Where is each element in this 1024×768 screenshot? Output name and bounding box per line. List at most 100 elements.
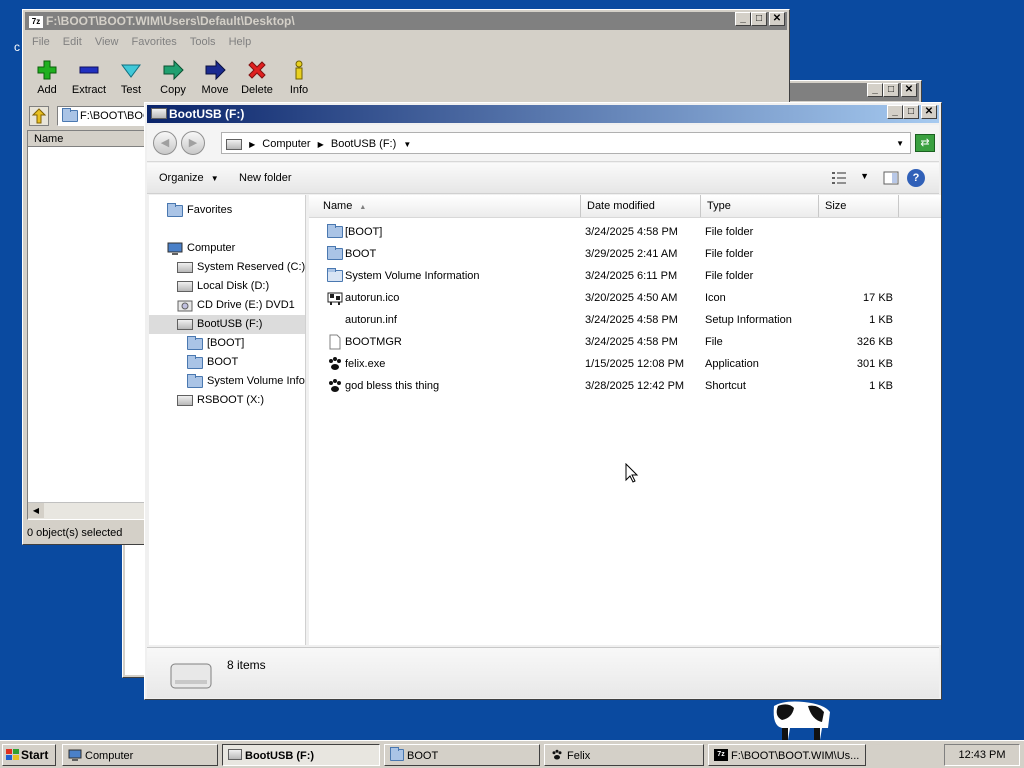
delete-button[interactable]: Delete [237, 56, 277, 96]
sevenzip-column-name[interactable]: Name [28, 131, 146, 147]
drive-title-icon [151, 108, 167, 119]
preview-pane-button[interactable] [883, 170, 899, 186]
explorer-titlebar[interactable]: BootUSB (F:) [147, 105, 939, 123]
file-row[interactable]: System Volume Information 3/24/2025 6:11… [309, 265, 941, 287]
extract-button[interactable]: Extract [69, 56, 109, 96]
copy-button[interactable]: Copy [153, 56, 193, 96]
menu-file[interactable]: File [27, 34, 55, 50]
close-button[interactable]: ✕ [921, 105, 937, 119]
minimize-button[interactable]: _ [735, 12, 751, 26]
nav-boot-bracket[interactable]: [BOOT] [187, 334, 244, 353]
computer-icon [68, 749, 82, 761]
file-row[interactable]: BOOT 3/29/2025 2:41 AM File folder [309, 243, 941, 265]
sevenzip-file-list[interactable]: Name ◀ [27, 130, 147, 520]
nav-label: RSBOOT (X:) [197, 394, 265, 406]
up-folder-button[interactable] [29, 106, 49, 126]
nav-system-reserved[interactable]: System Reserved (C:) [177, 258, 305, 277]
file-name: autorun.inf [345, 314, 397, 326]
refresh-button[interactable]: ⇄ [915, 134, 935, 152]
maximize-button[interactable]: □ [883, 83, 899, 97]
horizontal-scrollbar[interactable]: ◀ [28, 502, 146, 519]
file-row[interactable]: autorun.ico 3/20/2025 4:50 AM Icon 17 KB [309, 287, 941, 309]
menu-help[interactable]: Help [224, 34, 257, 50]
address-folder-icon [62, 108, 78, 122]
nav-computer[interactable]: Computer [167, 239, 235, 258]
clock[interactable]: 12:43 PM [944, 744, 1020, 766]
minimize-button[interactable]: _ [867, 83, 883, 97]
menu-view[interactable]: View [90, 34, 124, 50]
add-label: Add [37, 84, 57, 96]
menu-edit[interactable]: Edit [58, 34, 87, 50]
maximize-button[interactable]: □ [751, 12, 767, 26]
nav-label: [BOOT] [207, 337, 245, 349]
task-felix[interactable]: Felix [544, 744, 704, 766]
sevenzip-menubar: File Edit View Favorites Tools Help [27, 34, 256, 50]
forward-button[interactable]: ▶ [181, 131, 205, 155]
copy-icon [163, 59, 184, 81]
task-computer[interactable]: Computer [62, 744, 218, 766]
organize-button[interactable]: Organize ▼ [159, 170, 219, 186]
new-folder-button[interactable]: New folder [239, 170, 292, 186]
task-sevenzip[interactable]: 7z F:\BOOT\BOOT.WIM\Us... [708, 744, 866, 766]
file-row[interactable]: felix.exe 1/15/2025 12:08 PM Application… [309, 353, 941, 375]
column-header-type[interactable]: Type [701, 195, 819, 217]
close-button[interactable]: ✕ [901, 83, 917, 97]
explorer-window[interactable]: BootUSB (F:) _ □ ✕ ◀ ▶ ▶ Computer ▶ Boot… [144, 102, 942, 700]
file-name: [BOOT] [345, 226, 383, 238]
breadcrumb-computer[interactable]: Computer [262, 138, 310, 150]
task-boot[interactable]: BOOT [384, 744, 540, 766]
computer-icon [167, 242, 183, 255]
breadcrumb-dropdown-icon[interactable]: ▼ [403, 140, 411, 149]
breadcrumb-bootusb[interactable]: BootUSB (F:) [331, 138, 396, 150]
file-row[interactable]: god bless this thing 3/28/2025 12:42 PM … [309, 375, 941, 397]
column-header-size[interactable]: Size [819, 195, 899, 217]
navigation-pane[interactable]: Favorites Computer System Reserved (C:) … [149, 195, 306, 645]
breadcrumb[interactable]: ▶ Computer ▶ BootUSB (F:) ▼ ▼ [221, 132, 911, 154]
sevenzip-titlebar[interactable]: 7z F:\BOOT\BOOT.WIM\Users\Default\Desktop… [25, 12, 787, 30]
view-list-icon [832, 172, 846, 184]
sevenzip-address-text: F:\BOOT\BOO [80, 110, 152, 122]
nav-local-disk[interactable]: Local Disk (D:) [177, 277, 269, 296]
usb-drive-icon [177, 318, 193, 331]
file-row[interactable]: [BOOT] 3/24/2025 4:58 PM File folder [309, 221, 941, 243]
address-bar-row: ◀ ▶ ▶ Computer ▶ BootUSB (F:) ▼ ▼ ⇄ [147, 125, 939, 162]
column-header-date[interactable]: Date modified [581, 195, 701, 217]
start-button[interactable]: Start [2, 744, 56, 766]
test-label: Test [120, 84, 142, 96]
nav-boot[interactable]: BOOT [187, 353, 238, 372]
test-button[interactable]: Test [111, 56, 151, 96]
add-button[interactable]: Add [27, 56, 67, 96]
maximize-button[interactable]: □ [903, 105, 919, 119]
nav-system-volume-info[interactable]: System Volume Information [187, 372, 305, 391]
menu-tools[interactable]: Tools [185, 34, 221, 50]
move-button[interactable]: Move [195, 56, 235, 96]
nav-cd-drive[interactable]: CD Drive (E:) DVD1 [177, 296, 295, 315]
address-history-dropdown-icon[interactable]: ▼ [896, 133, 904, 155]
scroll-left-button[interactable]: ◀ [28, 503, 44, 518]
nav-bootusb[interactable]: BootUSB (F:) [149, 315, 305, 334]
info-button[interactable]: Info [279, 56, 319, 96]
minimize-button[interactable]: _ [887, 105, 903, 119]
view-options-button[interactable] [831, 170, 847, 186]
file-date: 3/24/2025 4:58 PM [585, 336, 678, 348]
nav-favorites[interactable]: Favorites [167, 201, 232, 220]
column-headers: Name ▲ Date modified Type Size [309, 195, 941, 218]
file-list[interactable]: Name ▲ Date modified Type Size [BOOT] 3/… [309, 195, 941, 645]
help-button[interactable]: ? [907, 169, 925, 187]
menu-favorites[interactable]: Favorites [127, 34, 182, 50]
file-row[interactable]: autorun.inf 3/24/2025 4:58 PM Setup Info… [309, 309, 941, 331]
file-size: 17 KB [863, 292, 893, 304]
back-button[interactable]: ◀ [153, 131, 177, 155]
nav-label: BOOT [207, 356, 239, 368]
move-icon [205, 59, 226, 81]
task-bootusb[interactable]: BootUSB (F:) [222, 744, 380, 766]
folder-icon [187, 373, 203, 388]
view-dropdown-icon[interactable]: ▼ [860, 171, 869, 181]
column-header-name[interactable]: Name ▲ [317, 195, 581, 217]
close-button[interactable]: ✕ [769, 12, 785, 26]
breadcrumb-separator-icon[interactable]: ▶ [318, 140, 324, 149]
file-row[interactable]: BOOTMGR 3/24/2025 4:58 PM File 326 KB [309, 331, 941, 353]
breadcrumb-separator-icon[interactable]: ▶ [249, 140, 255, 149]
file-type: File folder [705, 248, 754, 260]
nav-rsboot[interactable]: RSBOOT (X:) [177, 391, 264, 410]
